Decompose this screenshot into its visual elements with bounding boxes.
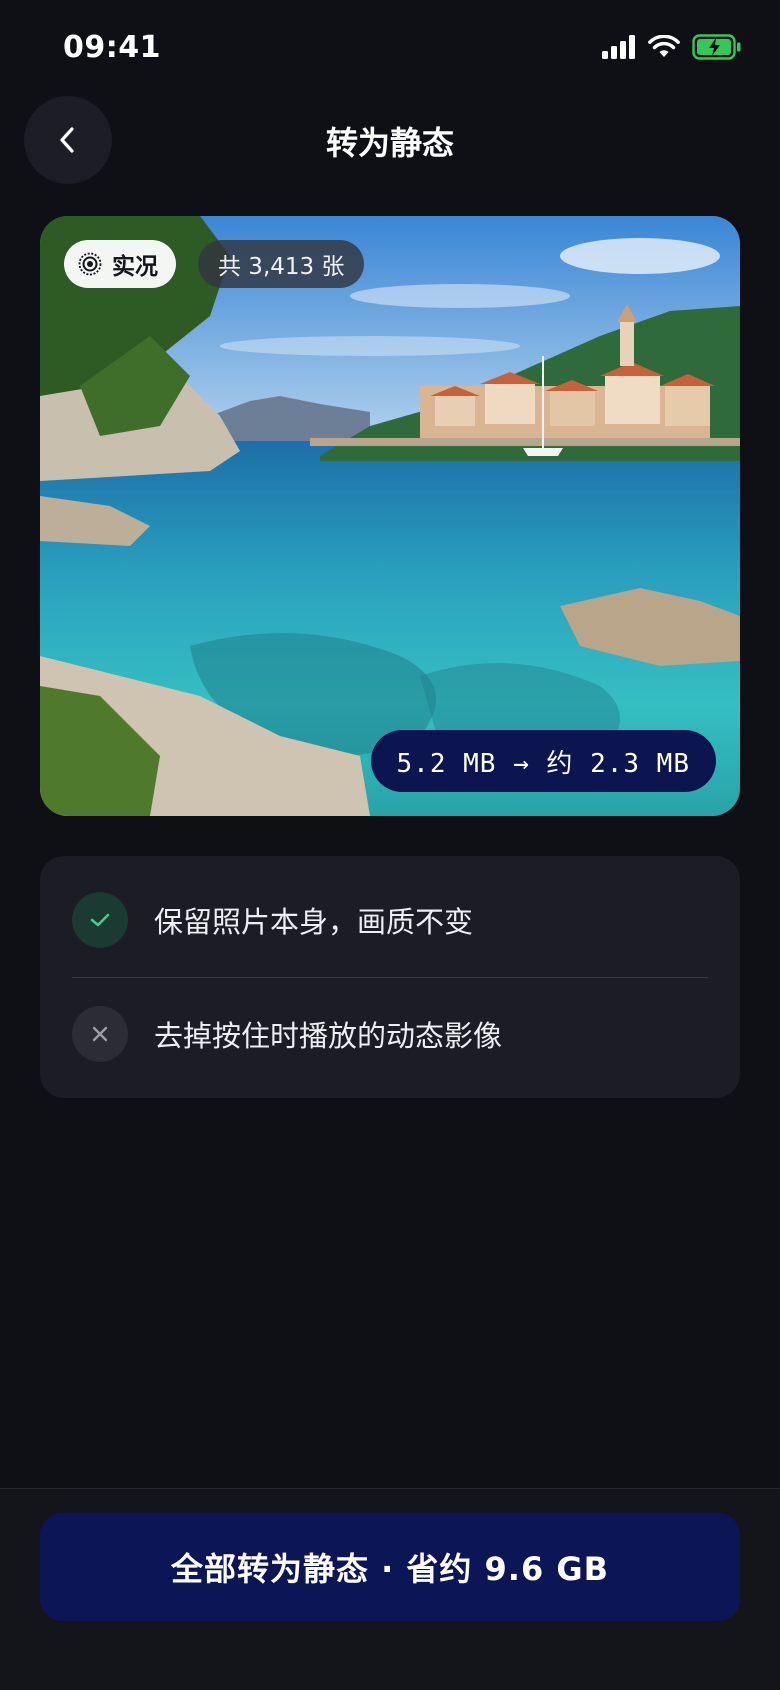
signal-icon xyxy=(602,35,635,59)
status-time: 09:41 xyxy=(63,30,161,65)
photo-count-badge: 共 3,413 张 xyxy=(198,240,365,288)
close-icon xyxy=(72,1006,128,1062)
live-label: 实况 xyxy=(112,254,158,280)
battery-charging-icon xyxy=(692,34,741,60)
screen: 09:41 转为静态 实况 共 3,413 张 5.2 MB → 约 2.3 M… xyxy=(0,0,780,1690)
wifi-icon xyxy=(648,35,680,57)
size-saving-badge: 5.2 MB → 约 2.3 MB xyxy=(370,730,716,792)
divider xyxy=(72,977,708,978)
info-item-remove-motion: 去掉按住时播放的动态影像 xyxy=(72,1006,502,1062)
convert-all-button[interactable]: 全部转为静态 · 省约 9.6 GB xyxy=(40,1513,740,1621)
page-title: 转为静态 xyxy=(325,124,454,162)
bottom-action-bar: 全部转为静态 · 省约 9.6 GB xyxy=(0,1488,780,1690)
status-icons xyxy=(602,34,742,60)
info-card: 保留照片本身，画质不变 去掉按住时播放的动态影像 xyxy=(40,856,740,1098)
check-icon xyxy=(72,892,128,948)
info-text: 去掉按住时播放的动态影像 xyxy=(154,1019,503,1053)
live-photo-icon xyxy=(78,252,102,276)
photo-preview[interactable]: 实况 共 3,413 张 5.2 MB → 约 2.3 MB xyxy=(40,216,740,816)
coastal-photo xyxy=(40,216,740,816)
info-text: 保留照片本身，画质不变 xyxy=(154,905,474,939)
live-photo-badge: 实况 xyxy=(64,240,176,288)
info-item-keep-photo: 保留照片本身，画质不变 xyxy=(72,892,473,948)
status-bar: 09:41 xyxy=(0,0,780,100)
